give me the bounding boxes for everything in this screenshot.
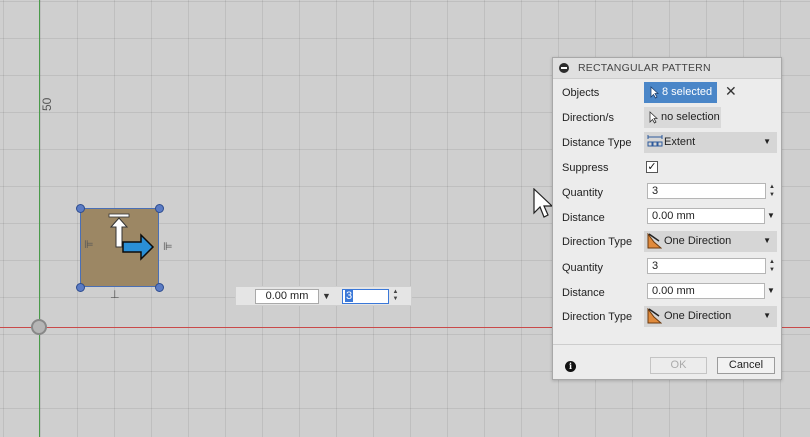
cursor-arrow-icon: [650, 86, 659, 99]
corner-handle[interactable]: [76, 204, 85, 213]
origin-point[interactable]: [31, 319, 47, 335]
chevron-down-icon[interactable]: ▼: [322, 291, 331, 301]
distance-input[interactable]: 0.00 mm: [647, 283, 765, 299]
info-icon[interactable]: i: [565, 361, 576, 372]
distance-input[interactable]: 0.00 mm: [647, 208, 765, 224]
floating-distance-input[interactable]: 0.00 mm: [255, 289, 319, 304]
panel-title: RECTANGULAR PATTERN: [578, 62, 711, 74]
directions-row: Direction/s no selection: [553, 106, 781, 130]
quantity-label: Quantity: [562, 187, 603, 199]
chevron-down-icon: ▼: [763, 311, 771, 320]
corner-handle[interactable]: [76, 283, 85, 292]
constraint-icon: ⊫: [84, 238, 94, 251]
distance-type-value: Extent: [664, 136, 696, 148]
distance-type-label: Distance Type: [562, 137, 632, 149]
direction-type-value: One Direction: [664, 235, 732, 247]
direction-select-button[interactable]: no selection: [644, 107, 721, 128]
distance-label: Distance: [562, 287, 605, 299]
objects-row: Objects 8 selected ✕: [553, 81, 781, 105]
quantity-spinner[interactable]: ▲ ▼: [768, 258, 776, 274]
direction-type-dropdown[interactable]: One Direction ▼: [644, 231, 777, 252]
directions-label: Direction/s: [562, 112, 614, 124]
extent-icon: [647, 135, 663, 147]
distance-row-1: Distance 0.00 mm ▼: [553, 206, 781, 230]
quantity-row-2: Quantity 3 ▲ ▼: [553, 256, 781, 280]
distance-label: Distance: [562, 212, 605, 224]
direction-type-row-1: Direction Type One Direction ▼: [553, 230, 781, 254]
direction-type-label: Direction Type: [562, 236, 633, 248]
quantity-spinner[interactable]: ▲ ▼: [768, 183, 776, 199]
distance-type-row: Distance Type Extent ▼: [553, 131, 781, 155]
one-direction-icon: [647, 233, 662, 249]
quantity-row-1: Quantity 3 ▲ ▼: [553, 181, 781, 205]
divider: [553, 344, 781, 345]
distance-type-dropdown[interactable]: Extent ▼: [644, 132, 777, 153]
cursor-arrow-icon: [649, 111, 658, 124]
floating-input-box: 0.00 mm ▼ 3 ▲ ▼: [235, 286, 412, 306]
direction-type-value: One Direction: [664, 310, 732, 322]
corner-handle[interactable]: [155, 204, 164, 213]
mouse-cursor-icon: [533, 187, 554, 223]
quantity-spinner[interactable]: ▲ ▼: [391, 289, 400, 304]
objects-select-button[interactable]: 8 selected: [644, 82, 717, 103]
panel-header[interactable]: RECTANGULAR PATTERN: [553, 58, 781, 79]
quantity-label: Quantity: [562, 262, 603, 274]
clear-selection-icon[interactable]: ✕: [725, 83, 737, 100]
ok-button[interactable]: OK: [650, 357, 707, 374]
suppress-label: Suppress: [562, 162, 609, 174]
collapse-icon[interactable]: [559, 63, 569, 73]
directions-value: no selection: [661, 111, 720, 123]
corner-handle[interactable]: [155, 283, 164, 292]
quantity-input[interactable]: 3: [647, 183, 766, 199]
green-axis-line: [39, 0, 40, 437]
quantity-input[interactable]: 3: [647, 258, 766, 274]
chevron-down-icon[interactable]: ▼: [767, 211, 775, 220]
suppress-row: Suppress ✓: [553, 156, 781, 180]
rectangular-pattern-panel: RECTANGULAR PATTERN Objects 8 selected ✕…: [552, 57, 782, 380]
one-direction-icon: [647, 308, 662, 324]
chevron-down-icon[interactable]: ▼: [767, 286, 775, 295]
ruler-label: 50: [40, 97, 54, 111]
direction-type-dropdown[interactable]: One Direction ▼: [644, 306, 777, 327]
constraint-icon: ⊥: [110, 288, 120, 301]
direction-type-label: Direction Type: [562, 311, 633, 323]
chevron-down-icon: ▼: [763, 137, 771, 146]
objects-label: Objects: [562, 87, 600, 99]
chevron-down-icon: ▼: [763, 236, 771, 245]
floating-quantity-input[interactable]: 3: [342, 289, 389, 304]
cancel-button[interactable]: Cancel: [717, 357, 775, 374]
objects-value: 8 selected: [662, 86, 713, 98]
distance-row-2: Distance 0.00 mm ▼: [553, 281, 781, 305]
move-manipulator[interactable]: [107, 213, 157, 270]
suppress-checkbox[interactable]: ✓: [646, 161, 658, 173]
constraint-icon: ⊫: [163, 240, 173, 253]
direction-type-row-2: Direction Type One Direction ▼: [553, 305, 781, 329]
